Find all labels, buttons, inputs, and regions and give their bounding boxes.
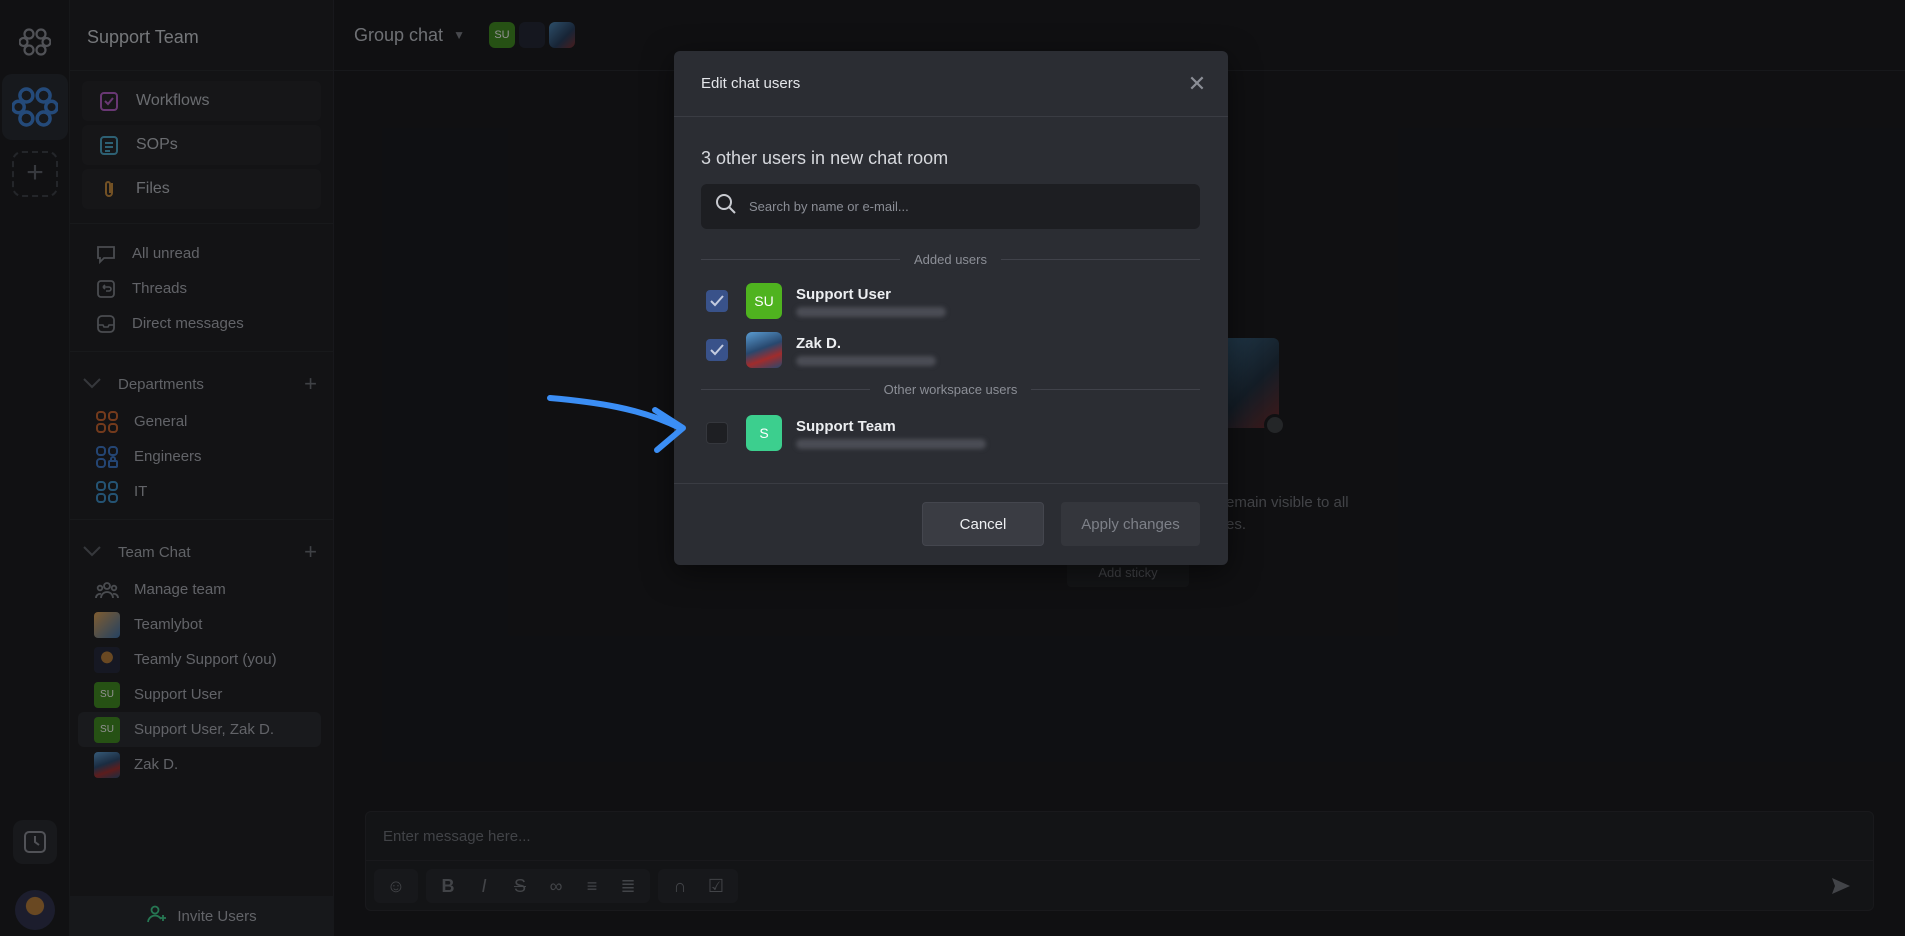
- user-email-blurred: [796, 438, 986, 449]
- close-icon[interactable]: ✕: [1186, 73, 1208, 95]
- search-input[interactable]: [749, 199, 1189, 214]
- user-row-support-user[interactable]: SU Support User: [706, 281, 1186, 321]
- user-email-blurred: [796, 355, 936, 366]
- modal-footer-divider: [674, 483, 1228, 484]
- user-name: Zak D.: [796, 334, 842, 352]
- added-users-divider: Added users: [701, 251, 1200, 267]
- user-checkbox[interactable]: [706, 339, 728, 361]
- user-avatar: [746, 332, 782, 368]
- user-name: Support Team: [796, 417, 896, 435]
- divider-label: Other workspace users: [883, 381, 1018, 397]
- user-avatar: SU: [746, 283, 782, 319]
- user-row-support-team[interactable]: S Support Team: [706, 413, 1186, 453]
- user-search: [701, 184, 1200, 229]
- user-email-blurred: [796, 306, 946, 317]
- modal-subtitle: 3 other users in new chat room: [701, 148, 949, 168]
- edit-chat-users-modal: Edit chat users ✕ 3 other users in new c…: [674, 51, 1228, 565]
- user-name: Support User: [796, 285, 892, 303]
- annotation-arrow-icon: [547, 395, 686, 453]
- search-icon: [715, 193, 737, 220]
- user-checkbox[interactable]: [706, 422, 728, 444]
- apply-changes-button[interactable]: Apply changes: [1061, 502, 1200, 546]
- divider-label: Added users: [914, 251, 987, 267]
- cancel-button[interactable]: Cancel: [922, 502, 1044, 546]
- other-users-divider: Other workspace users: [701, 381, 1200, 397]
- user-row-zak-d[interactable]: Zak D.: [706, 330, 1186, 370]
- modal-title: Edit chat users: [674, 51, 1228, 117]
- user-avatar: S: [746, 415, 782, 451]
- user-checkbox[interactable]: [706, 290, 728, 312]
